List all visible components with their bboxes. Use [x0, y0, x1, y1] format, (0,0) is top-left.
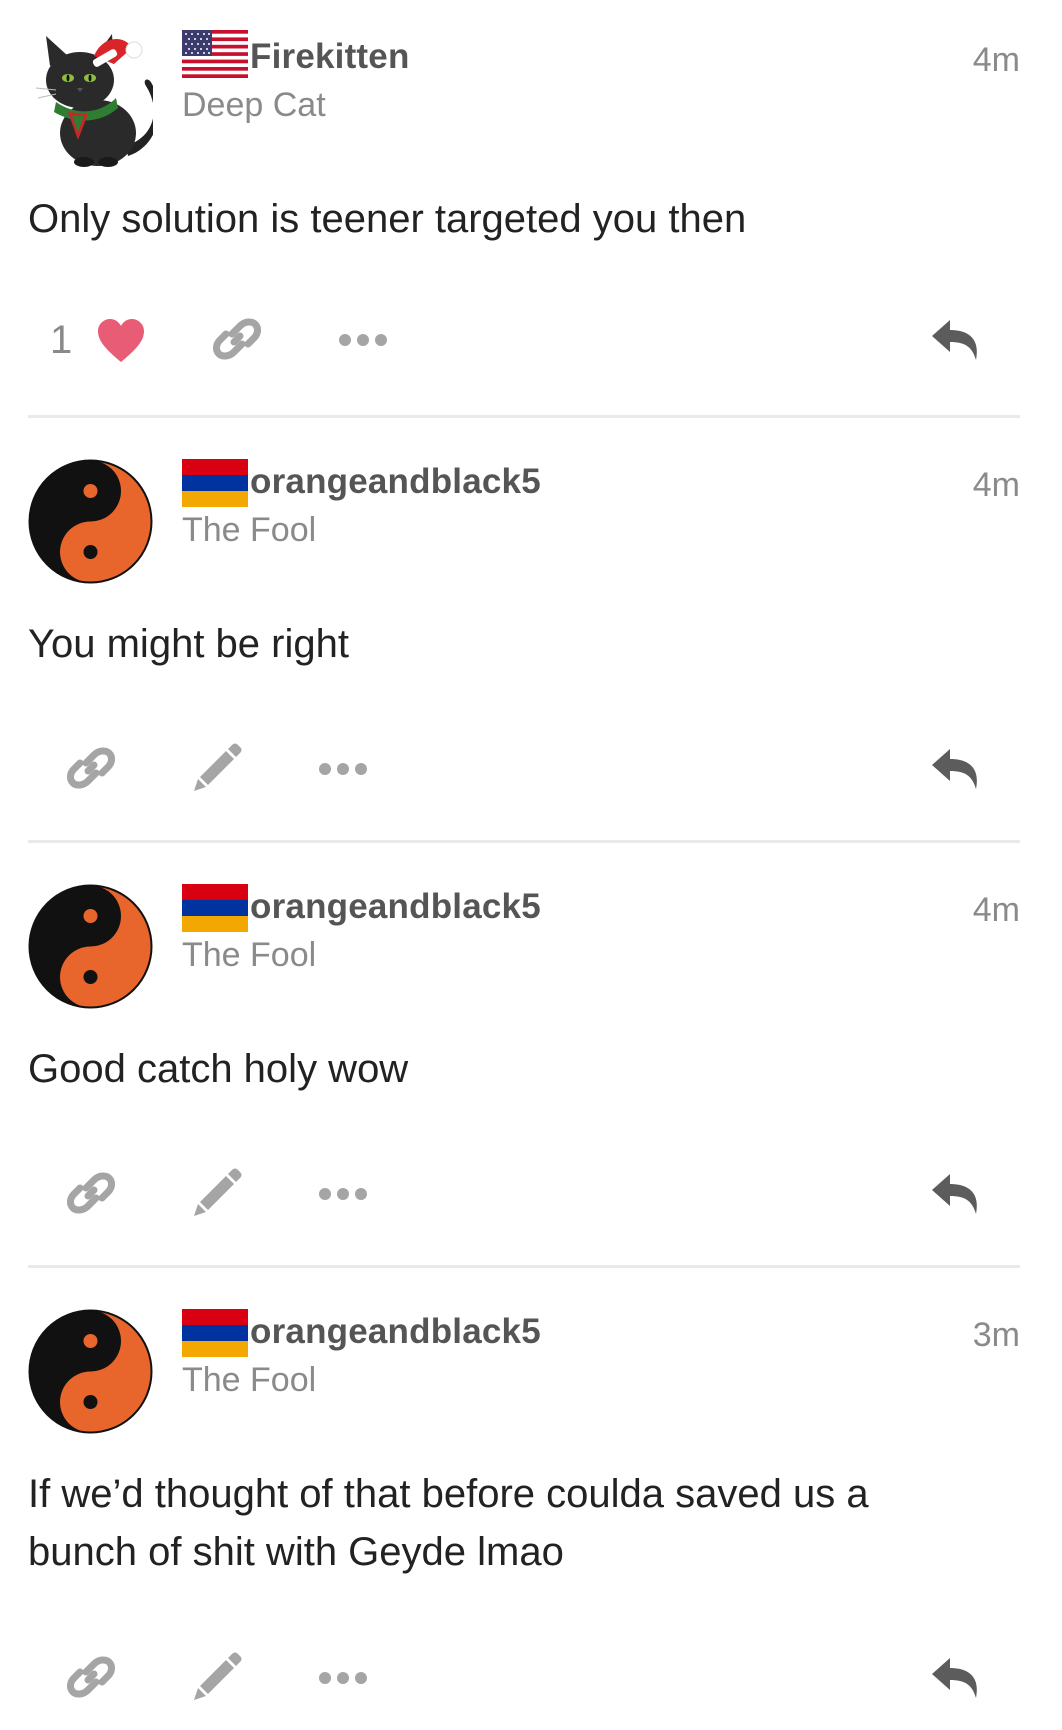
post-divider — [28, 1265, 1020, 1268]
user-title: The Fool — [182, 936, 317, 974]
reply-icon[interactable] — [930, 318, 982, 364]
edit-icon[interactable] — [192, 1168, 242, 1218]
more-icon[interactable] — [318, 1187, 368, 1201]
post-body: Good catch holy wow — [28, 1047, 409, 1091]
post-body-line-2: bunch of shit with Geyde lmao — [28, 1530, 564, 1574]
post-1: Firekitten Deep Cat 4m Only solution is … — [0, 0, 1062, 420]
yin-yang-avatar[interactable] — [28, 884, 153, 1009]
more-icon[interactable] — [318, 1671, 368, 1685]
armenia-flag-icon — [182, 884, 248, 932]
post-body: If we’d thought of that before coulda sa… — [28, 1465, 988, 1581]
reply-icon[interactable] — [930, 747, 982, 793]
post-time[interactable]: 4m — [973, 465, 1020, 505]
post-2: orangeandblack5 The Fool 4m You might be… — [0, 425, 1062, 845]
usa-flag-icon — [182, 30, 248, 78]
reply-icon[interactable] — [930, 1172, 982, 1218]
edit-icon[interactable] — [192, 743, 242, 793]
username[interactable]: orangeandblack5 — [250, 1312, 541, 1352]
username[interactable]: orangeandblack5 — [250, 462, 541, 502]
edit-icon[interactable] — [192, 1652, 242, 1702]
post-3: orangeandblack5 The Fool 4m Good catch h… — [0, 850, 1062, 1270]
post-time[interactable]: 4m — [973, 40, 1020, 80]
like-count[interactable]: 1 — [50, 318, 72, 362]
link-icon[interactable] — [212, 314, 262, 364]
username[interactable]: orangeandblack5 — [250, 887, 541, 927]
heart-icon[interactable] — [96, 318, 146, 364]
post-divider — [28, 840, 1020, 843]
yin-yang-avatar[interactable] — [28, 459, 153, 584]
link-icon[interactable] — [66, 743, 116, 793]
link-icon[interactable] — [66, 1652, 116, 1702]
more-icon[interactable] — [338, 333, 388, 347]
post-body-line-1: If we’d thought of that before coulda sa… — [28, 1472, 869, 1516]
user-title: The Fool — [182, 1361, 317, 1399]
black-cat-santa-avatar[interactable] — [28, 28, 153, 168]
link-icon[interactable] — [66, 1168, 116, 1218]
post-4: orangeandblack5 The Fool 3m If we’d thou… — [0, 1275, 1062, 1730]
post-divider — [28, 415, 1020, 418]
more-icon[interactable] — [318, 762, 368, 776]
armenia-flag-icon — [182, 1309, 248, 1357]
post-time[interactable]: 4m — [973, 890, 1020, 930]
post-body: Only solution is teener targeted you the… — [28, 197, 747, 241]
yin-yang-avatar[interactable] — [28, 1309, 153, 1434]
post-time[interactable]: 3m — [973, 1315, 1020, 1355]
user-title: The Fool — [182, 511, 317, 549]
reply-icon[interactable] — [930, 1656, 982, 1702]
armenia-flag-icon — [182, 459, 248, 507]
user-title: Deep Cat — [182, 86, 326, 124]
username[interactable]: Firekitten — [250, 37, 410, 77]
post-body: You might be right — [28, 622, 349, 666]
